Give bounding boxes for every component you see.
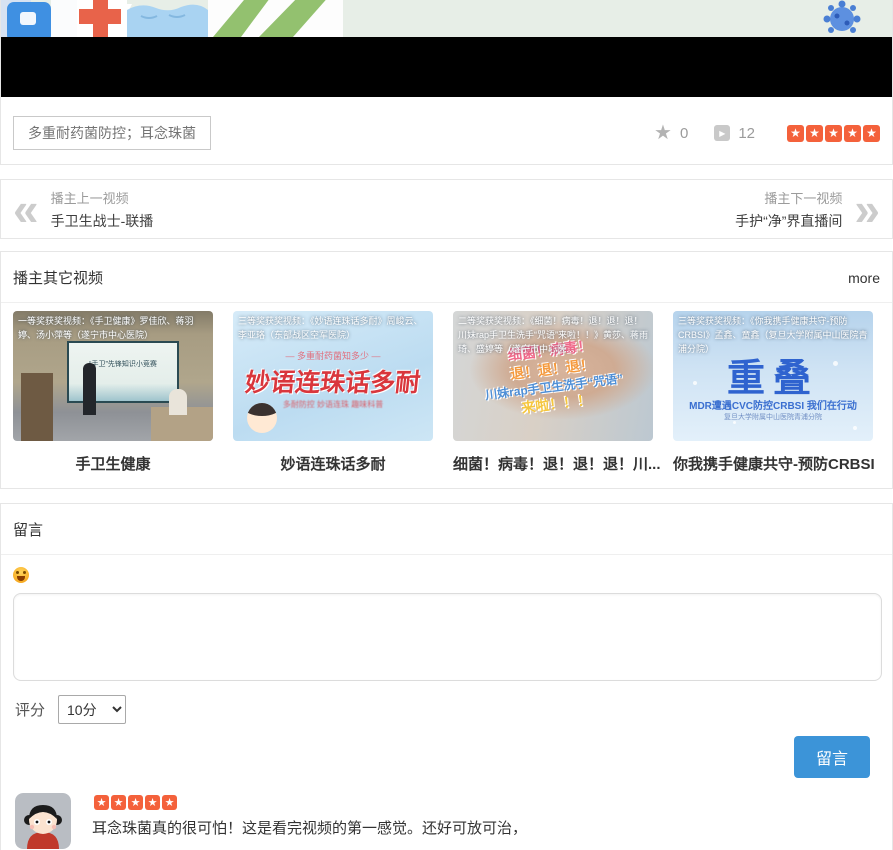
thumb-caption: 三等奖获奖视频：《妙语连珠话多耐》周峻云、李亚珞（东部战区空军医院） — [238, 315, 428, 343]
video-player[interactable] — [1, 0, 892, 97]
rating-star-icon: ★ — [128, 795, 143, 810]
video-thumbnail[interactable]: 三等奖获奖视频：《妙语连珠话多耐》周峻云、李亚珞（东部战区空军医院） — 多重耐… — [233, 311, 433, 441]
rating-star-icon: ★ — [111, 795, 126, 810]
thumb-caption: 二等奖获奖视频：《细菌！病毒！退！退！退！川妹rap手卫生洗手“咒语”来啦！！》… — [458, 315, 648, 357]
next-video-link[interactable]: 播主下一视频 手护“净”界直播间 » — [735, 188, 880, 231]
thumbnail-row: 一等奖获奖视频：《手卫健康》罗佳欣、蒋羽婷、汤小萍等（遂宁市中心医院） “手卫”… — [1, 303, 892, 474]
score-row: 评分 10分 — [15, 695, 880, 724]
rating-star-icon: ★ — [844, 125, 861, 142]
video-thumb-item[interactable]: 三等奖获奖视频：《你我携手健康共守-预防CRBSI》孟鑫、童鑫（复旦大学附属中山… — [673, 311, 873, 474]
prev-next-nav: « 播主上一视频 手卫生战士-联播 播主下一视频 手护“净”界直播间 » — [0, 179, 893, 239]
thumb-caption: 三等奖获奖视频：《你我携手健康共守-预防CRBSI》孟鑫、童鑫（复旦大学附属中山… — [678, 315, 868, 357]
other-videos-header: 播主其它视频 more — [1, 252, 892, 303]
commenter-avatar — [15, 793, 71, 849]
rating-star-icon: ★ — [162, 795, 177, 810]
video-frame-illustration — [1, 0, 892, 37]
podium-shape — [21, 373, 53, 441]
chevron-right-icon: » — [854, 191, 880, 228]
submit-comment-button[interactable]: 留言 — [794, 736, 870, 778]
view-count: 12 — [738, 125, 755, 142]
comments-body: 评分 10分 留言 — [1, 555, 892, 849]
video-thumbnail[interactable]: 二等奖获奖视频：《细菌！病毒！退！退！退！川妹rap手卫生洗手“咒语”来啦！！》… — [453, 311, 653, 441]
other-videos-panel: 播主其它视频 more 一等奖获奖视频：《手卫健康》罗佳欣、蒋羽婷、汤小萍等（遂… — [0, 251, 893, 489]
doctor-cartoon-shape — [247, 403, 277, 433]
score-label: 评分 — [15, 699, 45, 720]
rating-star-icon: ★ — [863, 125, 880, 142]
chevron-left-icon: « — [13, 191, 39, 228]
comment-rating-stars: ★ ★ ★ ★ ★ — [92, 795, 527, 810]
favorite-star-icon[interactable]: ★ — [654, 123, 672, 143]
rating-star-icon: ★ — [806, 125, 823, 142]
comments-heading: 留言 — [13, 519, 43, 540]
video-rating-stars: ★ ★ ★ ★ ★ — [785, 125, 880, 142]
comments-header: 留言 — [1, 504, 892, 555]
thumb-caption: 一等奖获奖视频：《手卫健康》罗佳欣、蒋羽婷、汤小萍等（遂宁市中心医院） — [18, 315, 208, 343]
other-videos-heading: 播主其它视频 — [13, 267, 103, 288]
video-meta-row: 多重耐药菌防控；耳念珠菌 ★ 0 ▶ 12 ★ ★ ★ ★ ★ — [1, 97, 892, 164]
comment-text: 耳念珠菌真的很可怕！这是看完视频的第一感觉。还好可放可治， — [92, 817, 527, 838]
prev-video-label: 播主上一视频 — [51, 188, 154, 207]
prev-video-title: 手卫生战士-联播 — [51, 211, 154, 231]
score-select[interactable]: 10分 — [58, 695, 126, 724]
comment-textarea[interactable] — [13, 593, 882, 681]
video-player-panel: 多重耐药菌防控；耳念珠菌 ★ 0 ▶ 12 ★ ★ ★ ★ ★ — [0, 0, 893, 165]
video-thumbnail[interactable]: 一等奖获奖视频：《手卫健康》罗佳欣、蒋羽婷、汤小萍等（遂宁市中心医院） “手卫”… — [13, 311, 213, 441]
next-video-title: 手护“净”界直播间 — [735, 211, 842, 231]
video-thumb-item[interactable]: 一等奖获奖视频：《手卫健康》罗佳欣、蒋羽婷、汤小萍等（遂宁市中心医院） “手卫”… — [13, 311, 213, 474]
favorite-count: 0 — [680, 125, 688, 142]
video-thumbnail[interactable]: 三等奖获奖视频：《你我携手健康共守-预防CRBSI》孟鑫、童鑫（复旦大学附属中山… — [673, 311, 873, 441]
video-thumb-item[interactable]: 二等奖获奖视频：《细菌！病毒！退！退！退！川妹rap手卫生洗手“咒语”来啦！！》… — [453, 311, 653, 474]
rating-star-icon: ★ — [94, 795, 109, 810]
video-title[interactable]: 你我携手健康共守-预防CRBSI — [673, 453, 873, 474]
next-video-label: 播主下一视频 — [735, 188, 842, 207]
video-title[interactable]: 妙语连珠话多耐 — [233, 453, 433, 474]
emoji-picker-icon[interactable] — [13, 567, 29, 583]
rating-star-icon: ★ — [145, 795, 160, 810]
sitter-shape — [169, 389, 187, 415]
video-stats: ★ 0 ▶ 12 ★ ★ ★ ★ ★ — [654, 123, 880, 143]
video-thumb-item[interactable]: 三等奖获奖视频：《妙语连珠话多耐》周峻云、李亚珞（东部战区空军医院） — 多重耐… — [233, 311, 433, 474]
prev-video-link[interactable]: « 播主上一视频 手卫生战士-联播 — [13, 188, 153, 231]
comments-panel: 留言 评分 10分 留言 — [0, 503, 893, 850]
rating-star-icon: ★ — [825, 125, 842, 142]
play-count-icon: ▶ — [714, 125, 730, 141]
rating-star-icon: ★ — [787, 125, 804, 142]
presenter-shape — [83, 363, 96, 415]
video-tag[interactable]: 多重耐药菌防控；耳念珠菌 — [13, 116, 211, 150]
video-title[interactable]: 细菌！病毒！退！退！退！川... — [453, 453, 653, 474]
comment-entry: ★ ★ ★ ★ ★ 耳念珠菌真的很可怕！这是看完视频的第一感觉。还好可放可治， — [15, 793, 880, 849]
more-link[interactable]: more — [848, 270, 880, 286]
video-title[interactable]: 手卫生健康 — [13, 453, 213, 474]
